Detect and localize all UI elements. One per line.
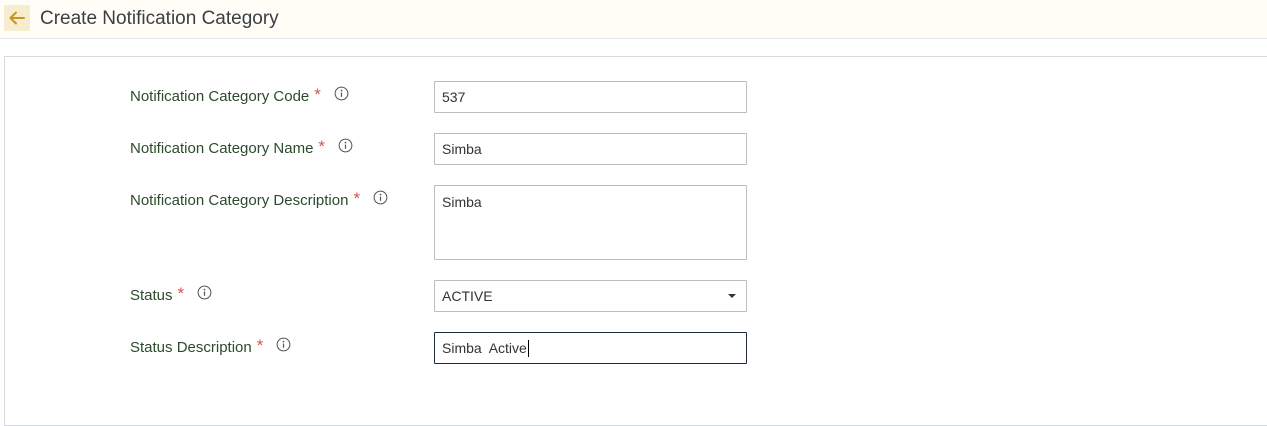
info-icon[interactable] [338,138,353,153]
status-description-label: Status Description [130,338,252,356]
info-icon[interactable] [276,337,291,352]
required-mark: * [256,336,264,355]
category-code-label-wrap: Notification Category Code * [130,85,349,106]
text-cursor [527,339,529,357]
status-select[interactable]: ACTIVE [434,280,747,312]
status-description-value: Simba Active [442,340,527,356]
arrow-left-icon [9,11,25,25]
required-mark: * [177,284,185,303]
category-name-label-wrap: Notification Category Name * [130,137,353,158]
status-description-label-wrap: Status Description * [130,336,291,357]
category-name-input[interactable]: Simba [434,133,747,165]
status-select-value: ACTIVE [442,288,493,304]
caret-down-icon [728,294,736,298]
page-header: Create Notification Category [0,0,1267,39]
required-mark: * [353,189,361,208]
back-button[interactable] [4,5,30,31]
info-icon[interactable] [373,190,388,205]
category-description-label: Notification Category Description [130,191,349,209]
category-description-label-wrap: Notification Category Description * [130,189,388,210]
category-code-input[interactable]: 537 [434,81,747,113]
category-code-label: Notification Category Code [130,87,310,105]
required-mark: * [314,85,321,104]
info-icon[interactable] [197,285,212,300]
info-icon[interactable] [334,86,349,101]
category-name-label: Notification Category Name [130,139,314,157]
status-description-input[interactable]: Simba Active [434,332,747,364]
required-mark: * [318,137,326,156]
form-card: Notification Category Code * 537 Notific… [4,56,1267,426]
page-title: Create Notification Category [40,8,279,29]
status-label: Status [130,286,173,304]
category-description-textarea[interactable]: Simba [434,185,747,260]
status-label-wrap: Status * [130,284,212,305]
